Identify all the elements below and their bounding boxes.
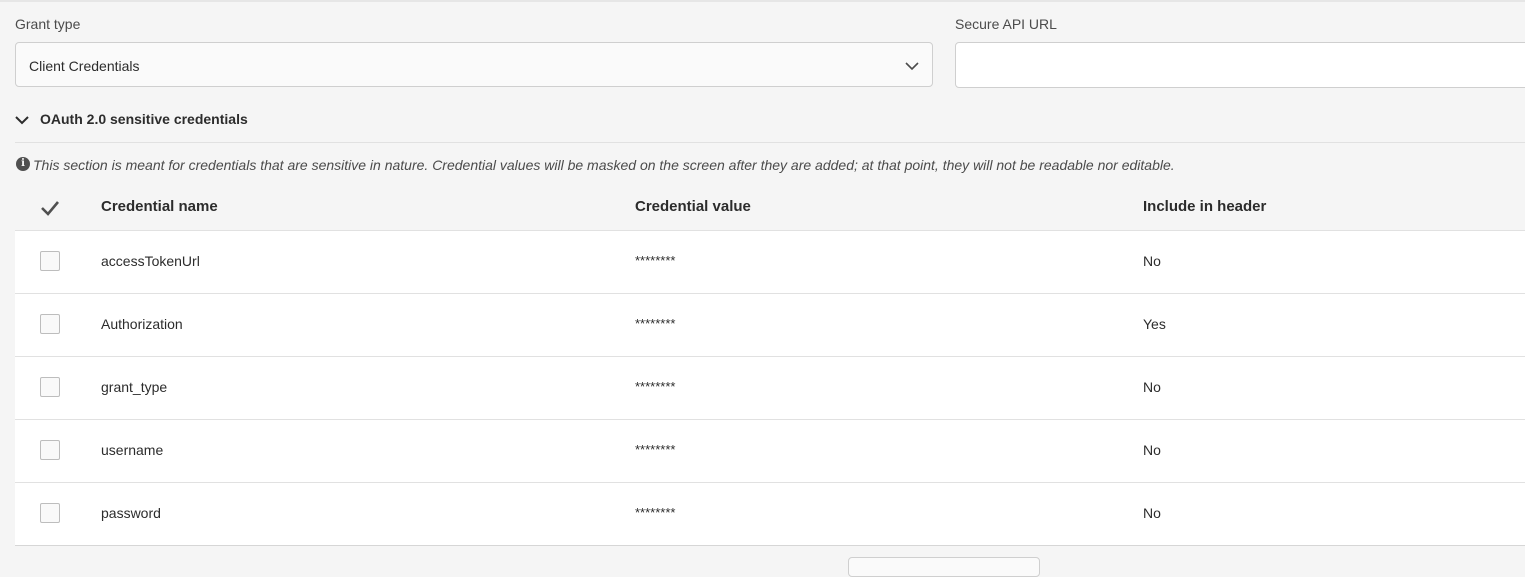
credential-name: accessTokenUrl: [101, 253, 200, 269]
row-checkbox[interactable]: [40, 377, 60, 397]
table-row[interactable]: Authorization ******** Yes: [15, 294, 1525, 357]
credential-value: ********: [635, 253, 676, 268]
include-in-header: No: [1143, 505, 1161, 521]
credential-value: ********: [635, 505, 676, 520]
include-in-header: No: [1143, 442, 1161, 458]
row-checkbox[interactable]: [40, 251, 60, 271]
section-title: OAuth 2.0 sensitive credentials: [40, 111, 248, 127]
row-checkbox[interactable]: [40, 503, 60, 523]
column-header-credential-value[interactable]: Credential value: [635, 198, 751, 215]
credential-name: Authorization: [101, 316, 183, 332]
grant-type-label: Grant type: [15, 16, 81, 32]
table-body: accessTokenUrl ******** No Authorization…: [15, 230, 1525, 546]
include-in-header: Yes: [1143, 316, 1166, 332]
table-row[interactable]: grant_type ******** No: [15, 357, 1525, 420]
info-text: This section is meant for credentials th…: [33, 157, 1175, 173]
top-divider: [0, 0, 1525, 2]
row-checkbox[interactable]: [40, 314, 60, 334]
credential-value: ********: [635, 316, 676, 331]
credential-name: password: [101, 505, 161, 521]
secure-api-url-input[interactable]: [955, 42, 1525, 88]
add-credential-button[interactable]: [848, 557, 1040, 577]
chevron-down-icon: [15, 116, 29, 125]
credentials-table: Credential name Credential value Include…: [15, 185, 1525, 546]
table-row[interactable]: username ******** No: [15, 420, 1525, 483]
checkmark-icon[interactable]: [40, 199, 60, 217]
include-in-header: No: [1143, 379, 1161, 395]
credential-value: ********: [635, 379, 676, 394]
info-icon: i: [16, 157, 30, 171]
column-header-include-in-header[interactable]: Include in header: [1143, 198, 1266, 215]
credential-name: username: [101, 442, 164, 458]
secure-api-url-label: Secure API URL: [955, 16, 1057, 32]
credential-value: ********: [635, 442, 676, 457]
grant-type-value: Client Credentials: [29, 58, 140, 74]
chevron-down-icon: [905, 62, 919, 71]
credential-name: grant_type: [101, 379, 168, 395]
table-row[interactable]: password ******** No: [15, 483, 1525, 546]
table-header: Credential name Credential value Include…: [15, 185, 1525, 230]
row-checkbox[interactable]: [40, 440, 60, 460]
column-header-credential-name[interactable]: Credential name: [101, 198, 218, 215]
include-in-header: No: [1143, 253, 1161, 269]
grant-type-select[interactable]: Client Credentials: [15, 42, 933, 87]
table-row[interactable]: accessTokenUrl ******** No: [15, 231, 1525, 294]
section-divider: [15, 142, 1525, 143]
